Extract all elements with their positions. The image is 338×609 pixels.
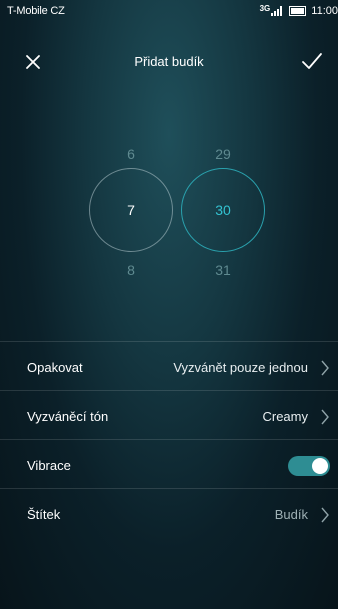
status-time: 11:00 [311,5,338,17]
toggle-knob [312,458,328,474]
minute-prev[interactable]: 29 [181,146,265,162]
ringtone-label: Vyzváněcí tón [27,409,109,424]
ringtone-value: Creamy [262,409,308,424]
minute-next[interactable]: 31 [181,262,265,278]
chevron-right-icon [321,360,329,376]
vibration-toggle[interactable] [288,456,330,476]
minute-selected[interactable]: 30 [182,202,264,218]
signal-icon [271,6,283,16]
status-icons: 3G 11:00 [260,4,338,18]
vibration-label: Vibrace [27,458,71,473]
vibration-row: Vibrace [0,439,338,492]
repeat-label: Opakovat [27,360,83,375]
checkmark-icon[interactable] [300,50,324,72]
page-title: Přidat budík [134,54,204,69]
carrier-name: T-Mobile CZ [7,5,65,17]
title-bar: Přidat budík [0,40,338,84]
network-type: 3G [259,3,271,13]
chevron-right-icon [321,507,329,523]
hour-next[interactable]: 8 [89,262,173,278]
repeat-row[interactable]: Opakovat Vyzvánět pouze jednou [0,341,338,394]
chevron-right-icon [321,409,329,425]
hour-selected[interactable]: 7 [90,202,172,218]
tag-label: Štítek [27,507,61,522]
tag-value: Budík [274,507,308,522]
repeat-value: Vyzvánět pouze jednou [173,360,308,375]
hour-selected-ring: 7 [89,168,173,252]
status-bar: T-Mobile CZ 3G 11:00 [0,0,338,26]
ringtone-row[interactable]: Vyzváněcí tón Creamy [0,390,338,443]
time-picker: 6 7 8 29 30 31 [0,90,338,330]
tag-row[interactable]: Štítek Budík [0,488,338,541]
minute-selected-ring: 30 [181,168,265,252]
hour-prev[interactable]: 6 [89,146,173,162]
battery-icon [289,6,307,16]
